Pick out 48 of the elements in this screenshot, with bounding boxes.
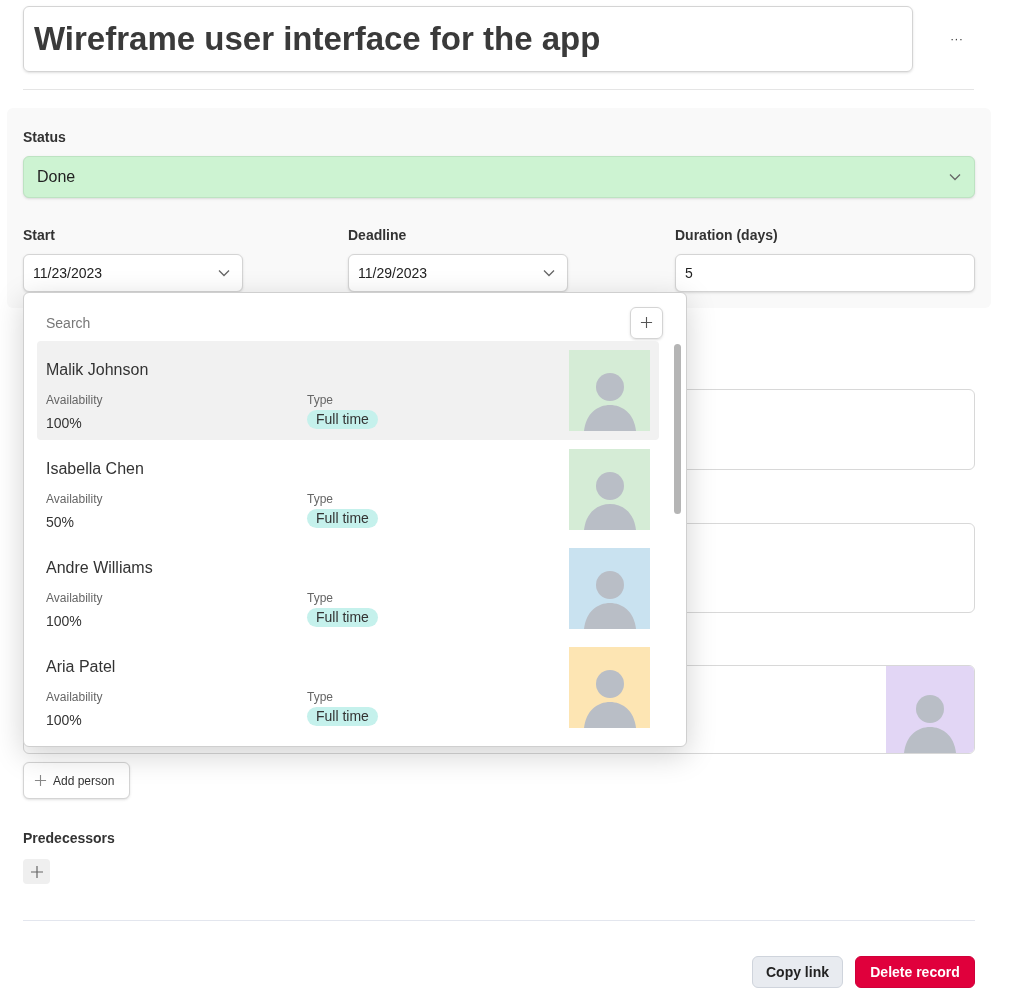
- person-name: Malik Johnson: [46, 360, 150, 380]
- field-label: Predecessors: [23, 829, 116, 848]
- date-select[interactable]: 11/23/2023: [23, 254, 243, 292]
- type-label: Type: [307, 590, 333, 607]
- more-button[interactable]: ···: [946, 29, 967, 49]
- availability-label: Availability: [46, 689, 104, 706]
- type-label: Type: [307, 689, 333, 706]
- availability-label: Availability: [46, 590, 104, 607]
- status-value: Done: [37, 167, 76, 187]
- type-tag: Full time: [307, 410, 378, 429]
- person-name: Aria Patel: [46, 657, 117, 677]
- title-field[interactable]: Wireframe user interface for the app: [23, 6, 913, 72]
- type-tag: Full time: [307, 608, 378, 627]
- delete-button[interactable]: Delete record: [855, 956, 975, 988]
- date-select[interactable]: 11/29/2023: [348, 254, 568, 292]
- availability-label: Availability: [46, 491, 104, 508]
- person-name: Andre Williams: [46, 558, 154, 578]
- field-label: Duration (days): [675, 226, 779, 245]
- search-field[interactable]: Search: [38, 307, 438, 338]
- field-label: Start: [23, 226, 56, 245]
- availability-value: 100%: [46, 711, 83, 730]
- plus-icon: [640, 316, 653, 329]
- availability-value: 50%: [46, 513, 76, 532]
- scrollbar-thumb[interactable]: [674, 344, 681, 514]
- date-value: 11/29/2023: [358, 263, 428, 283]
- add-predecessor-button[interactable]: [23, 859, 50, 884]
- add-person-button[interactable]: Add person: [23, 762, 130, 799]
- chevron-down-icon: [543, 269, 555, 277]
- type-tag: Full time: [307, 509, 378, 528]
- copy-link-button[interactable]: Copy link: [752, 956, 843, 988]
- availability-value: 100%: [46, 612, 83, 631]
- availability-value: 100%: [46, 414, 83, 433]
- type-label: Type: [307, 392, 333, 409]
- date-value: 11/23/2023: [33, 263, 103, 283]
- field-label: Deadline: [348, 226, 408, 245]
- person-option[interactable]: Malik Johnson Availability 100% Type Full time: [37, 341, 659, 440]
- status-select[interactable]: Done: [23, 156, 975, 198]
- availability-label: Availability: [46, 392, 104, 409]
- add-button[interactable]: [630, 306, 663, 339]
- chevron-down-icon: [949, 173, 961, 181]
- type-label: Type: [307, 491, 333, 508]
- person-name: Isabella Chen: [46, 459, 145, 479]
- plus-icon: [34, 774, 47, 787]
- type-tag: Full time: [307, 707, 378, 726]
- field-label: Status: [23, 128, 67, 147]
- chevron-down-icon: [218, 269, 230, 277]
- duration-field[interactable]: 5: [675, 254, 975, 292]
- plus-icon: [29, 864, 44, 879]
